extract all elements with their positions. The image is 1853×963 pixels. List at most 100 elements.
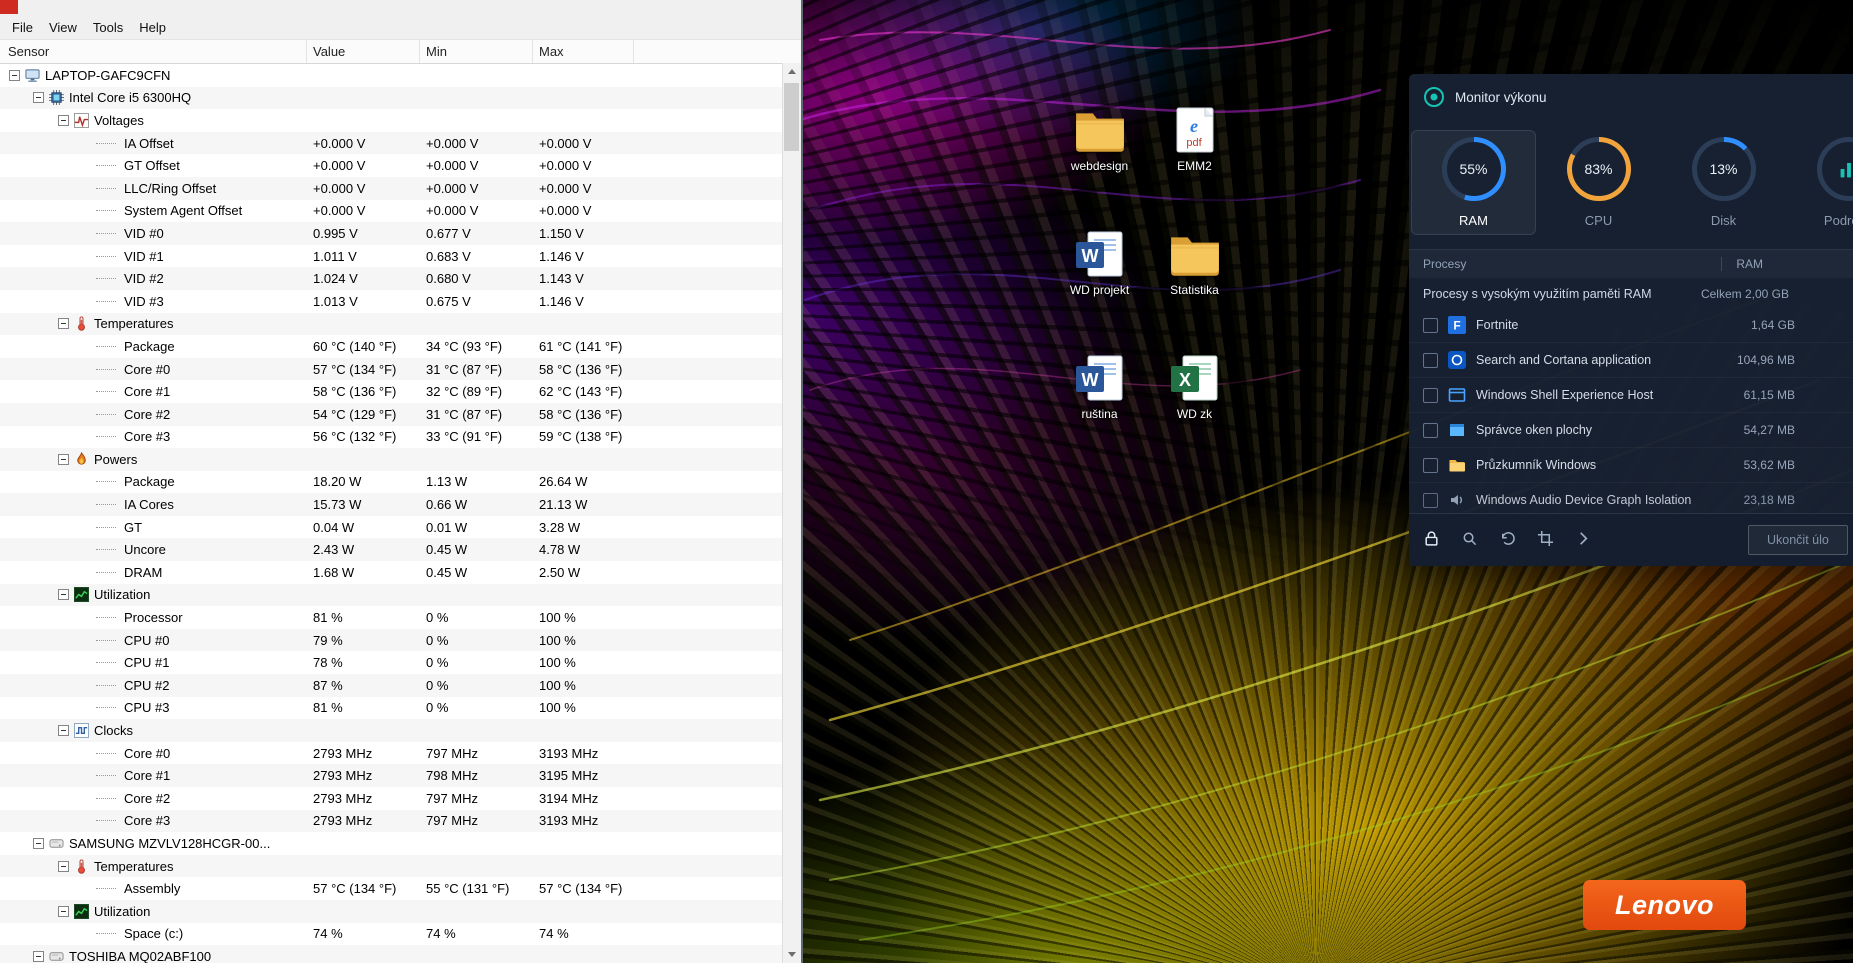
- menu-file[interactable]: File: [4, 20, 41, 35]
- process-row[interactable]: Průzkumník Windows53,62 MB: [1409, 448, 1853, 483]
- desktop-icon-ruština[interactable]: Wruština: [1052, 354, 1147, 478]
- sensor-row[interactable]: DRAM1.68 W0.45 W2.50 W: [0, 561, 801, 584]
- sensor-row[interactable]: CPU #178 %0 %100 %: [0, 651, 801, 674]
- tab-disk[interactable]: 13%Disk: [1661, 130, 1786, 235]
- sensor-row[interactable]: Core #12793 MHz798 MHz3195 MHz: [0, 764, 801, 787]
- lock-button[interactable]: [1423, 530, 1440, 550]
- sensor-row[interactable]: Core #057 °C (134 °F)31 °C (87 °F)58 °C …: [0, 358, 801, 381]
- sensor-row[interactable]: VID #00.995 V0.677 V1.150 V: [0, 222, 801, 245]
- sensor-row[interactable]: LLC/Ring Offset+0.000 V+0.000 V+0.000 V: [0, 177, 801, 200]
- max-cell: +0.000 V: [533, 177, 634, 200]
- sensor-row[interactable]: Clocks: [0, 719, 801, 742]
- undo-button[interactable]: [1499, 530, 1516, 550]
- collapse-toggle[interactable]: [58, 454, 69, 465]
- end-task-button[interactable]: Ukončit úlo: [1748, 525, 1848, 555]
- process-row[interactable]: Správce oken plochy54,27 MB: [1409, 413, 1853, 448]
- sensor-row[interactable]: Core #356 °C (132 °F)33 °C (91 °F)59 °C …: [0, 426, 801, 449]
- menu-view[interactable]: View: [41, 20, 85, 35]
- desktop-icon-statistika[interactable]: Statistika: [1147, 230, 1242, 354]
- sensor-row[interactable]: GT0.04 W0.01 W3.28 W: [0, 516, 801, 539]
- row-filler: [634, 290, 801, 313]
- sensor-row[interactable]: IA Cores15.73 W0.66 W21.13 W: [0, 493, 801, 516]
- process-checkbox[interactable]: [1423, 423, 1438, 438]
- sensor-label: GT: [124, 520, 142, 535]
- chevron-right-button[interactable]: [1575, 530, 1592, 550]
- desktop-icon-wd-projekt[interactable]: WWD projekt: [1052, 230, 1147, 354]
- collapse-toggle[interactable]: [58, 906, 69, 917]
- sensor-row[interactable]: VID #11.011 V0.683 V1.146 V: [0, 245, 801, 268]
- column-header-value[interactable]: Value: [307, 40, 420, 63]
- desktop-icon-wd-zk[interactable]: XWD zk: [1147, 354, 1242, 478]
- search-button[interactable]: [1461, 530, 1478, 550]
- sensor-row[interactable]: Powers: [0, 448, 801, 471]
- column-header-min[interactable]: Min: [420, 40, 533, 63]
- crop-button[interactable]: [1537, 530, 1554, 550]
- sensor-row[interactable]: TOSHIBA MQ02ABF100: [0, 945, 801, 963]
- sensor-row[interactable]: Utilization: [0, 584, 801, 607]
- scroll-down-button[interactable]: [783, 946, 800, 963]
- sensor-row[interactable]: Temperatures: [0, 313, 801, 336]
- ram-column-header[interactable]: RAM: [1721, 257, 1763, 271]
- collapse-toggle[interactable]: [58, 318, 69, 329]
- column-header-max[interactable]: Max: [533, 40, 634, 63]
- sensor-row[interactable]: Core #32793 MHz797 MHz3193 MHz: [0, 810, 801, 833]
- menu-tools[interactable]: Tools: [85, 20, 131, 35]
- sensor-label: DRAM: [124, 565, 162, 580]
- scroll-up-button[interactable]: [783, 63, 800, 80]
- process-checkbox[interactable]: [1423, 353, 1438, 368]
- process-row[interactable]: Windows Shell Experience Host61,15 MB: [1409, 378, 1853, 413]
- sensor-row[interactable]: CPU #079 %0 %100 %: [0, 629, 801, 652]
- collapse-toggle[interactable]: [33, 951, 44, 962]
- titlebar[interactable]: [0, 0, 801, 16]
- collapse-toggle[interactable]: [58, 589, 69, 600]
- sensor-label: Core #1: [124, 768, 170, 783]
- sensor-row[interactable]: SAMSUNG MZVLV128HCGR-00...: [0, 832, 801, 855]
- process-checkbox[interactable]: [1423, 388, 1438, 403]
- sensor-row[interactable]: GT Offset+0.000 V+0.000 V+0.000 V: [0, 154, 801, 177]
- column-header-sensor[interactable]: Sensor: [0, 40, 307, 63]
- process-checkbox[interactable]: [1423, 318, 1438, 333]
- process-row[interactable]: Search and Cortana application104,96 MB: [1409, 343, 1853, 378]
- sensor-row[interactable]: VID #31.013 V0.675 V1.146 V: [0, 290, 801, 313]
- sensor-row[interactable]: LAPTOP-GAFC9CFN: [0, 64, 801, 87]
- sensor-row[interactable]: Uncore2.43 W0.45 W4.78 W: [0, 538, 801, 561]
- sensor-row[interactable]: Core #02793 MHz797 MHz3193 MHz: [0, 742, 801, 765]
- tab-cpu[interactable]: 83%CPU: [1536, 130, 1661, 235]
- tab-podrobn[interactable]: Podrobn: [1786, 130, 1853, 235]
- sensor-row[interactable]: Temperatures: [0, 855, 801, 878]
- sensor-row[interactable]: Assembly57 °C (134 °F)55 °C (131 °F)57 °…: [0, 877, 801, 900]
- tab-ram[interactable]: 55%RAM: [1411, 130, 1536, 235]
- sensor-row[interactable]: Package60 °C (140 °F)34 °C (93 °F)61 °C …: [0, 335, 801, 358]
- row-filler: [634, 584, 801, 607]
- sensor-row[interactable]: Space (c:)74 %74 %74 %: [0, 923, 801, 946]
- sensor-row[interactable]: Core #158 °C (136 °F)32 °C (89 °F)62 °C …: [0, 380, 801, 403]
- sensor-row[interactable]: CPU #287 %0 %100 %: [0, 674, 801, 697]
- collapse-toggle[interactable]: [58, 861, 69, 872]
- row-filler: [634, 787, 801, 810]
- sensor-row[interactable]: IA Offset+0.000 V+0.000 V+0.000 V: [0, 132, 801, 155]
- process-checkbox[interactable]: [1423, 458, 1438, 473]
- menu-help[interactable]: Help: [131, 20, 174, 35]
- sensor-row[interactable]: Intel Core i5 6300HQ: [0, 87, 801, 110]
- desktop-icon-emm2[interactable]: epdfEMM2: [1147, 106, 1242, 230]
- sensor-row[interactable]: Utilization: [0, 900, 801, 923]
- sensor-row[interactable]: Voltages: [0, 109, 801, 132]
- process-row[interactable]: FFortnite1,64 GB: [1409, 308, 1853, 343]
- sensor-cell: Core #0: [0, 358, 307, 381]
- collapse-toggle[interactable]: [58, 725, 69, 736]
- sensor-row[interactable]: Package18.20 W1.13 W26.64 W: [0, 471, 801, 494]
- sensor-row[interactable]: System Agent Offset+0.000 V+0.000 V+0.00…: [0, 200, 801, 223]
- scrollbar-thumb[interactable]: [784, 83, 799, 151]
- collapse-toggle[interactable]: [58, 115, 69, 126]
- sensor-row[interactable]: CPU #381 %0 %100 %: [0, 697, 801, 720]
- process-checkbox[interactable]: [1423, 493, 1438, 508]
- sensor-row[interactable]: Core #254 °C (129 °F)31 °C (87 °F)58 °C …: [0, 403, 801, 426]
- collapse-toggle[interactable]: [33, 838, 44, 849]
- desktop-icon-webdesign[interactable]: webdesign: [1052, 106, 1147, 230]
- sensor-row[interactable]: Processor81 %0 %100 %: [0, 606, 801, 629]
- collapse-toggle[interactable]: [33, 92, 44, 103]
- scrollbar[interactable]: [782, 63, 801, 963]
- sensor-row[interactable]: Core #22793 MHz797 MHz3194 MHz: [0, 787, 801, 810]
- collapse-toggle[interactable]: [9, 70, 20, 81]
- sensor-row[interactable]: VID #21.024 V0.680 V1.143 V: [0, 267, 801, 290]
